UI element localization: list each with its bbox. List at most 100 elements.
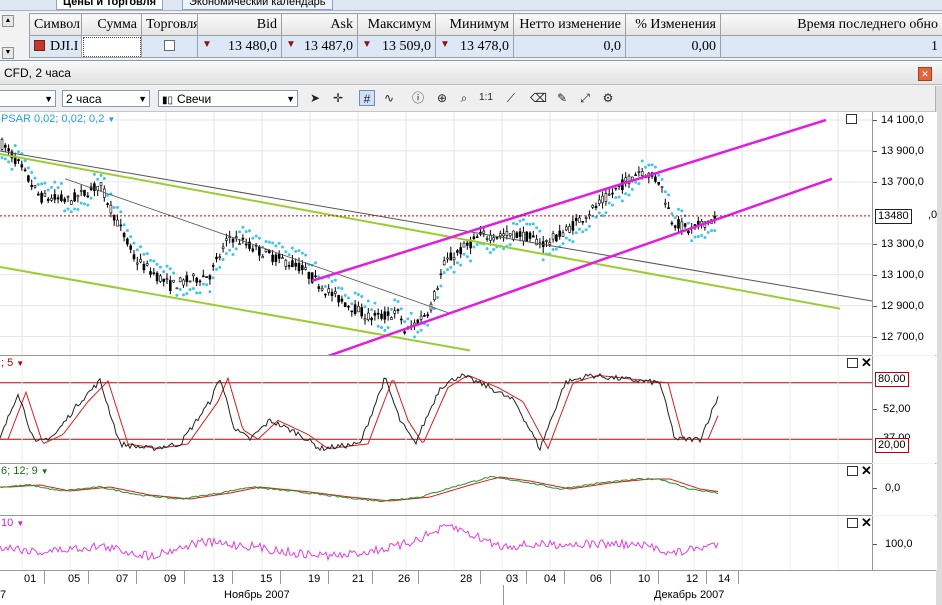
col-header-last-update[interactable]: Время последнего обно: [720, 13, 942, 36]
psar-dot: [300, 251, 304, 255]
macd-pane[interactable]: 6; 12; 9 ▼ ✕: [0, 464, 872, 516]
time-tick-separator: [280, 571, 281, 584]
psar-dot: [248, 229, 251, 233]
price-tick-label: 13 900,0: [881, 144, 924, 157]
psar-dot: [330, 280, 334, 284]
cci-line: [0, 523, 719, 562]
col-header-net-change[interactable]: Нетто изменение: [513, 13, 626, 36]
chevron-down-icon: ▼: [286, 94, 295, 104]
price-pane[interactable]: PSAR 0,02; 0,02; 0,2 ▼: [0, 112, 872, 356]
psar-dot: [290, 246, 294, 250]
col-header-pct-change[interactable]: % Изменения: [625, 13, 721, 36]
psar-dot: [455, 261, 459, 265]
maximize-pane-icon[interactable]: [847, 518, 858, 528]
chart-type-select[interactable]: ▮▯ Свечи ▼: [158, 90, 298, 107]
candle-body: [525, 231, 529, 242]
trading-cell[interactable]: [141, 35, 198, 58]
instrument-select[interactable]: ▼: [0, 90, 56, 107]
candle-body: [667, 207, 670, 210]
tick-mark: [873, 544, 877, 545]
macd-label[interactable]: 6; 12; 9 ▼: [1, 465, 49, 478]
candle-body: [535, 239, 538, 246]
candle-body: [551, 233, 555, 240]
close-pane-icon[interactable]: ✕: [861, 356, 872, 369]
fit-icon[interactable]: 1:1: [478, 90, 494, 106]
psar-dot: [449, 265, 453, 269]
candle-body: [182, 279, 185, 286]
candle-body: [198, 280, 202, 283]
psar-dot: [677, 207, 680, 211]
grid-icon[interactable]: #: [359, 90, 375, 106]
eraser-icon[interactable]: ⌫: [530, 90, 547, 106]
col-header-ask[interactable]: Ask: [281, 13, 358, 36]
maximize-pane-icon[interactable]: [847, 466, 858, 476]
psar-dot: [281, 245, 284, 249]
indicator-icon[interactable]: ∿: [381, 90, 397, 106]
tick-mark: [873, 305, 877, 307]
cci-label[interactable]: 10 ▼: [1, 517, 24, 530]
close-pane-icon[interactable]: ✕: [861, 464, 872, 477]
settings-icon[interactable]: ⚙: [600, 90, 616, 106]
zoom-icon[interactable]: ⊕: [434, 90, 450, 106]
psar-dot: [571, 240, 575, 244]
candle-body: [119, 224, 123, 227]
draw-line-icon[interactable]: ⟋: [503, 90, 519, 106]
bid-cell[interactable]: ▼ 13 480,0: [197, 35, 282, 58]
candle-body: [324, 293, 327, 296]
trade-checkbox[interactable]: [164, 39, 175, 51]
psar-dot: [363, 305, 367, 309]
candle-body: [347, 305, 350, 308]
col-header-high[interactable]: Максимум: [357, 13, 436, 36]
psar-dot: [188, 288, 192, 292]
psar-dot: [657, 173, 661, 177]
trend-line-short: [64, 178, 451, 314]
candle-body: [56, 197, 60, 200]
psar-dot: [459, 263, 463, 267]
timeframe-select[interactable]: 2 часа ▼: [62, 90, 150, 107]
symbol-cell[interactable]: DJI.I: [29, 35, 82, 58]
search-icon[interactable]: ⌕: [456, 90, 472, 106]
paint-icon[interactable]: ✎: [554, 90, 570, 106]
ask-cell[interactable]: ▼ 13 487,0: [281, 35, 358, 58]
col-header-bid[interactable]: Bid: [197, 13, 282, 36]
psar-dot: [710, 229, 713, 233]
amount-cell[interactable]: [81, 35, 142, 58]
autoscale-icon[interactable]: ⤢: [577, 90, 593, 106]
stochastic-pane[interactable]: ; 5 ▼ ✕: [0, 356, 872, 464]
scroll-up-icon[interactable]: ▲: [2, 15, 14, 27]
maximize-pane-icon[interactable]: [847, 358, 858, 368]
scroll-down-icon[interactable]: ▼: [2, 47, 14, 59]
stochastic-label[interactable]: ; 5 ▼: [1, 357, 24, 370]
close-pane-icon[interactable]: ✕: [861, 516, 872, 529]
quote-row[interactable]: DJI.I ▼ 13 480,0 ▼ 13 487,0 ▼ 13 509,0 ▼ 13 …: [29, 35, 942, 58]
psar-dot: [333, 278, 337, 282]
psar-dot: [663, 190, 667, 194]
candle-body: [264, 249, 268, 252]
psar-dot: [3, 157, 7, 161]
candle-body: [70, 200, 73, 205]
info-icon[interactable]: ⓘ: [410, 90, 426, 106]
cci-pane[interactable]: 10 ▼ ✕: [0, 516, 872, 571]
instrument-icon: [34, 39, 45, 51]
crosshair-icon[interactable]: ✛: [330, 90, 346, 106]
tab-prices-trading[interactable]: Цены и торговля: [56, 0, 164, 10]
cci-axis: 100,0: [872, 516, 937, 570]
col-header-low[interactable]: Минимум: [435, 13, 514, 36]
month-label-november: Ноябрь 2007: [224, 589, 290, 601]
time-tick-label: 14: [718, 573, 731, 585]
cursor-icon[interactable]: ➤: [307, 90, 323, 106]
col-header-trading[interactable]: Торговля: [141, 13, 198, 36]
stochastic-chart-svg: [0, 356, 872, 463]
high-cell: ▼ 13 509,0: [357, 35, 436, 58]
tab-strip: Цены и торговля Экономический календарь: [0, 0, 942, 11]
psar-label[interactable]: PSAR 0,02; 0,02; 0,2 ▼: [1, 113, 115, 126]
tab-economic-calendar[interactable]: Экономический календарь: [182, 0, 333, 10]
close-icon[interactable]: ✕: [918, 67, 932, 81]
candle-body: [654, 176, 657, 182]
maximize-pane-icon[interactable]: [846, 114, 857, 124]
psar-dot: [650, 163, 654, 167]
candle-body: [175, 287, 179, 290]
candle-body: [634, 174, 637, 176]
col-header-amount[interactable]: Сумма: [81, 13, 142, 36]
col-header-symbol[interactable]: Символ: [29, 13, 82, 36]
